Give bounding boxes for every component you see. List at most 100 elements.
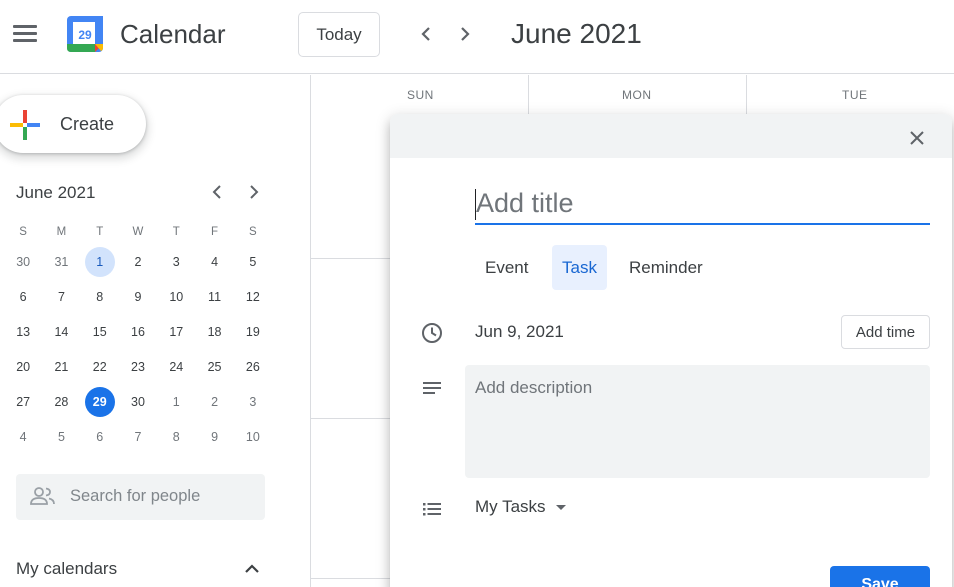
tab-task[interactable]: Task — [552, 245, 607, 290]
next-period-button[interactable] — [451, 20, 479, 48]
title-input[interactable] — [475, 184, 930, 225]
current-month-title: June 2021 — [511, 18, 642, 49]
mini-calendar-day-number: 28 — [54, 394, 69, 409]
task-list-dropdown[interactable]: My Tasks — [475, 497, 566, 517]
chevron-right-icon — [250, 185, 259, 199]
mini-calendar-day[interactable]: 2 — [195, 387, 233, 417]
mini-calendar-day[interactable]: 27 — [4, 387, 42, 417]
sidebar: Create June 2021 S M T W T F S 30 31 1 2 3 4 5 6 7 8 9 10 1… — [0, 75, 310, 587]
tab-reminder[interactable]: Reminder — [619, 245, 713, 290]
text-cursor — [475, 189, 476, 220]
mini-calendar-title: June 2021 — [16, 183, 96, 202]
day-header-sun: SUN — [407, 88, 434, 102]
mini-calendar-day[interactable]: 1 — [157, 387, 195, 417]
mini-calendar-day-number: 9 — [134, 289, 142, 304]
mini-calendar-weekday-row: SMTWTFS — [4, 219, 272, 244]
mini-calendar-day[interactable]: 22 — [81, 352, 119, 382]
mini-calendar-day[interactable]: 21 — [42, 352, 80, 382]
menu-line-icon — [13, 32, 37, 35]
mini-calendar-day[interactable]: 3 — [234, 387, 272, 417]
mini-calendar-day[interactable]: 12 — [234, 282, 272, 312]
mini-calendar-day-number: 7 — [57, 289, 65, 304]
mini-calendar-day-number: 23 — [131, 359, 145, 374]
mini-calendar-day[interactable]: 18 — [195, 317, 233, 347]
mini-calendar-day[interactable]: 15 — [81, 317, 119, 347]
mini-calendar-day-number: 8 — [172, 429, 180, 444]
mini-calendar-day[interactable]: 5 — [42, 422, 80, 452]
description-field[interactable]: Add description — [465, 365, 930, 478]
mini-calendar-weekday: F — [211, 225, 219, 238]
mini-calendar-day[interactable]: 26 — [234, 352, 272, 382]
mini-calendar-day[interactable]: 20 — [4, 352, 42, 382]
mini-calendar-weekday: T — [96, 225, 104, 238]
mini-calendar-day[interactable]: 11 — [195, 282, 233, 312]
save-button[interactable]: Save — [830, 566, 930, 587]
mini-calendar-day[interactable]: 29 — [81, 386, 119, 417]
mini-calendar-day-number: 26 — [245, 359, 260, 374]
chevron-up-icon[interactable] — [240, 557, 264, 581]
mini-calendar-prev-button[interactable] — [204, 179, 230, 205]
mini-calendar-day[interactable]: 8 — [81, 282, 119, 312]
mini-calendar-day[interactable]: 30 — [4, 247, 42, 277]
mini-calendar-day-number: 5 — [249, 254, 257, 269]
mini-calendar-day[interactable]: 14 — [42, 317, 80, 347]
day-header-tue: TUE — [842, 88, 868, 102]
mini-calendar-day-number: 9 — [211, 429, 219, 444]
mini-calendar-day[interactable]: 8 — [157, 422, 195, 452]
my-calendars-heading: My calendars — [16, 559, 118, 578]
mini-calendar-day[interactable]: 31 — [42, 247, 80, 277]
mini-calendar-day[interactable]: 16 — [119, 317, 157, 347]
task-date[interactable]: Jun 9, 2021 — [475, 322, 564, 342]
mini-calendar-day-number: 4 — [19, 429, 27, 444]
mini-calendar-day[interactable]: 13 — [4, 317, 42, 347]
mini-calendar-day[interactable]: 6 — [4, 282, 42, 312]
mini-calendar-day[interactable]: 7 — [42, 282, 80, 312]
mini-calendar-day[interactable]: 19 — [234, 317, 272, 347]
clock-icon — [422, 323, 442, 343]
grid-row-line — [311, 418, 391, 419]
close-dialog-button[interactable] — [902, 123, 932, 153]
mini-calendar-day-number: 7 — [134, 429, 142, 444]
mini-calendar-day-number: 4 — [211, 254, 219, 269]
mini-calendar-day[interactable]: 9 — [119, 282, 157, 312]
plus-icon — [10, 110, 40, 140]
tab-event[interactable]: Event — [475, 245, 538, 290]
add-time-button[interactable]: Add time — [841, 315, 930, 349]
mini-calendar-day[interactable]: 24 — [157, 352, 195, 382]
mini-calendar-weekday: S — [248, 225, 257, 238]
create-button[interactable]: Create — [0, 95, 146, 153]
mini-calendar-day[interactable]: 2 — [119, 247, 157, 277]
close-icon — [910, 131, 924, 145]
mini-calendar-day[interactable]: 25 — [195, 352, 233, 382]
mini-calendar-day[interactable]: 7 — [119, 422, 157, 452]
chevron-left-icon — [212, 185, 221, 199]
mini-calendar-day[interactable]: 4 — [195, 247, 233, 277]
mini-calendar-day[interactable]: 30 — [119, 387, 157, 417]
mini-calendar-day-number: 21 — [54, 359, 69, 374]
mini-calendar-day-number: 14 — [54, 324, 69, 339]
mini-calendar-day[interactable]: 23 — [119, 352, 157, 382]
mini-calendar-day[interactable]: 9 — [195, 422, 233, 452]
mini-calendar-week: 30 31 1 2 3 4 5 — [4, 244, 272, 279]
search-people-input[interactable]: Search for people — [16, 474, 265, 520]
chevron-left-icon — [421, 27, 430, 41]
mini-calendar-day[interactable]: 10 — [157, 282, 195, 312]
mini-calendar-day[interactable]: 1 — [81, 246, 119, 277]
top-bar: 29 Calendar Today June 2021 — [0, 0, 954, 74]
mini-calendar-day[interactable]: 17 — [157, 317, 195, 347]
main-menu-button[interactable] — [8, 17, 42, 51]
mini-calendar-day[interactable]: 4 — [4, 422, 42, 452]
mini-calendar-day[interactable]: 28 — [42, 387, 80, 417]
menu-line-icon — [13, 25, 37, 28]
mini-calendar-day[interactable]: 10 — [234, 422, 272, 452]
mini-calendar-day[interactable]: 5 — [234, 247, 272, 277]
description-icon — [423, 382, 441, 394]
dialog-drag-handle[interactable] — [390, 114, 952, 158]
mini-calendar-day[interactable]: 3 — [157, 247, 195, 277]
mini-calendar-next-button[interactable] — [241, 179, 267, 205]
today-button[interactable]: Today — [298, 12, 380, 57]
quick-create-dialog: Event Task Reminder Jun 9, 2021 Add time… — [390, 114, 952, 587]
previous-period-button[interactable] — [412, 20, 440, 48]
mini-calendar-day[interactable]: 6 — [81, 422, 119, 452]
mini-calendar-day-number: 1 — [172, 394, 180, 409]
